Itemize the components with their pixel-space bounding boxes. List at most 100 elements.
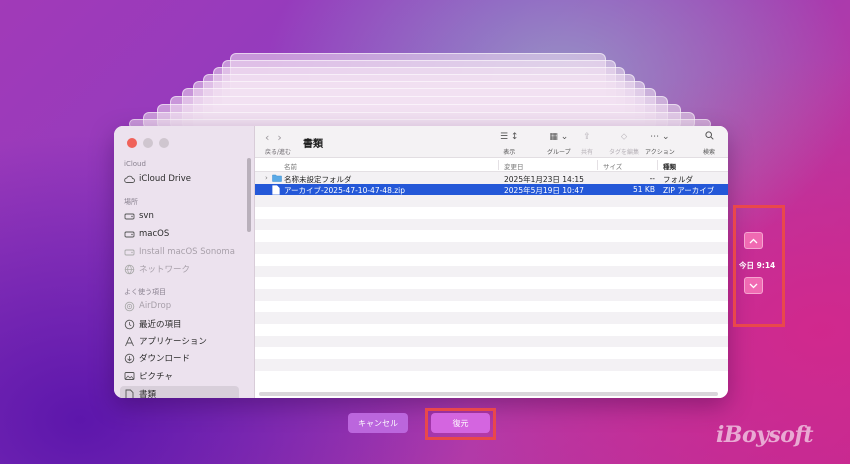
share-label: 共有 [581, 149, 594, 156]
share-icon: ⇪ [583, 132, 591, 142]
sidebar-item-label: iCloud Drive [139, 174, 192, 184]
sidebar-item-pictures[interactable]: ピクチャ [124, 368, 173, 384]
sidebar-item-label: 最近の項目 [139, 320, 182, 330]
toolbar: ‹ › 戻る/進む 書類 ☰ ↕ 表示 ▦ ⌄ グループ ⇪ 共有 ⬦ タグを編… [255, 126, 728, 158]
column-name[interactable]: 名前 [284, 161, 297, 171]
sidebar-item-downloads[interactable]: ダウンロード [124, 350, 190, 366]
photo-icon [124, 371, 135, 382]
current-time-label: 今日 9:14 [739, 261, 776, 270]
sidebar-item-documents[interactable]: 書類 [120, 386, 239, 398]
sidebar-item-svn[interactable]: svn [124, 208, 154, 224]
empty-row [255, 312, 728, 324]
network-drive-icon [124, 211, 135, 222]
group-label: グループ [547, 149, 571, 156]
time-up-button[interactable] [744, 232, 763, 249]
empty-row [255, 324, 728, 336]
empty-row [255, 254, 728, 266]
sidebar-item-airdrop[interactable]: AirDrop [124, 298, 171, 314]
time-navigator: 今日 9:14 [733, 205, 785, 327]
finder-window: iCloud iCloud Drive 場所 svn macOS Install… [114, 126, 728, 398]
group-button[interactable]: ▦ ⌄ グループ [547, 131, 571, 156]
sidebar-item-label: macOS [139, 229, 170, 239]
column-headers: 名前 変更日 サイズ 種類 [255, 158, 728, 172]
folder-title: 書類 [303, 139, 323, 150]
cloud-icon [124, 174, 135, 185]
empty-row [255, 207, 728, 219]
sidebar-item-label: Install macOS Sonoma [139, 247, 235, 257]
ellipsis-icon: ⋯ ⌄ [650, 132, 670, 142]
zoom-button[interactable] [159, 138, 169, 148]
forward-arrow-icon[interactable]: › [277, 131, 281, 144]
airdrop-icon [124, 301, 135, 312]
file-size: -- [649, 173, 655, 183]
sidebar-item-recents[interactable]: 最近の項目 [124, 316, 182, 332]
empty-row [255, 230, 728, 242]
empty-row [255, 195, 728, 208]
view-button[interactable]: ☰ ↕ 表示 [500, 131, 518, 156]
sidebar-item-network[interactable]: ネットワーク [124, 261, 190, 277]
drive-icon [124, 247, 135, 258]
restore-button[interactable]: 復元 [431, 413, 490, 433]
applications-icon [124, 336, 135, 347]
chevron-right-icon[interactable]: › [265, 174, 268, 182]
back-arrow-icon[interactable]: ‹ [265, 131, 269, 144]
sidebar-item-label: 書類 [139, 390, 157, 398]
view-label: 表示 [503, 149, 516, 156]
sidebar-header-locations: 場所 [124, 198, 138, 206]
minimize-button[interactable] [143, 138, 153, 148]
empty-row [255, 242, 728, 254]
nav-arrows: ‹ › [265, 131, 282, 144]
globe-icon [124, 264, 135, 275]
empty-row [255, 288, 728, 301]
time-down-button[interactable] [744, 277, 763, 294]
column-divider [657, 160, 658, 170]
search-button[interactable]: 検索 [703, 131, 715, 156]
drive-icon [124, 229, 135, 240]
file-list: › 名称未設定フォルダ 2025年1月23日 14:15 -- フォルダ アーカ… [255, 172, 728, 390]
search-icon [704, 131, 714, 143]
sidebar-item-label: ネットワーク [139, 265, 191, 275]
tag-icon: ⬦ [620, 132, 628, 142]
empty-row [255, 277, 728, 289]
horizontal-scrollbar[interactable] [259, 392, 718, 396]
share-button[interactable]: ⇪ 共有 [581, 131, 593, 156]
sidebar-item-install-macos[interactable]: Install macOS Sonoma [124, 244, 235, 260]
brand-watermark: iBoysoft [716, 422, 814, 448]
empty-row [255, 301, 728, 313]
file-size: 51 KB [633, 185, 655, 195]
column-size[interactable]: サイズ [603, 161, 622, 171]
sidebar-item-macos[interactable]: macOS [124, 226, 169, 242]
column-divider [498, 160, 499, 170]
action-button[interactable]: ⋯ ⌄ アクション [645, 131, 675, 156]
column-divider [597, 160, 598, 170]
empty-row [255, 265, 728, 278]
cancel-button[interactable]: キャンセル [348, 413, 408, 433]
search-label: 検索 [703, 149, 716, 156]
empty-row [255, 218, 728, 231]
sidebar-scrollbar[interactable] [247, 158, 251, 232]
chevron-down-icon [749, 283, 758, 288]
document-icon [124, 389, 135, 398]
empty-row [255, 347, 728, 359]
tags-label: タグを編集 [609, 149, 640, 156]
empty-row [255, 359, 728, 371]
sidebar-item-label: ピクチャ [139, 372, 173, 382]
grid-icon: ▦ ⌄ [549, 132, 569, 142]
chevron-up-icon [749, 238, 758, 243]
sidebar-header-icloud: iCloud [124, 160, 146, 168]
sidebar-item-icloud-drive[interactable]: iCloud Drive [124, 171, 191, 187]
empty-row [255, 335, 728, 348]
file-browser: ‹ › 戻る/進む 書類 ☰ ↕ 表示 ▦ ⌄ グループ ⇪ 共有 ⬦ タグを編… [255, 126, 728, 398]
download-icon [124, 353, 135, 364]
window-controls [127, 138, 169, 148]
table-row[interactable]: › 名称未設定フォルダ 2025年1月23日 14:15 -- フォルダ [255, 172, 728, 184]
column-date[interactable]: 変更日 [504, 161, 524, 171]
clock-icon [124, 319, 135, 330]
action-label: アクション [645, 149, 675, 156]
column-kind[interactable]: 種類 [663, 161, 676, 171]
table-row[interactable]: アーカイブ-2025-47-10-47-48.zip 2025年5月19日 10… [255, 183, 728, 196]
close-button[interactable] [127, 138, 137, 148]
sidebar-item-applications[interactable]: アプリケーション [124, 333, 207, 349]
folder-icon [272, 174, 282, 184]
tags-button[interactable]: ⬦ タグを編集 [609, 131, 639, 156]
